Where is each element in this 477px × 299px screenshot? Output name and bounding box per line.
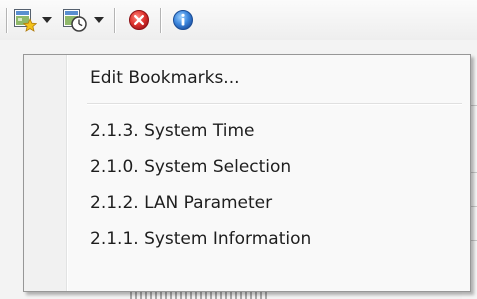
info-icon xyxy=(173,10,193,30)
history-dropdown-arrow[interactable] xyxy=(92,14,106,26)
info-button[interactable] xyxy=(171,7,195,33)
menu-item-label: 2.1.2. LAN Parameter xyxy=(90,193,273,213)
menu-separator xyxy=(87,103,462,104)
bookmark-star-icon xyxy=(14,9,37,32)
bookmarks-button[interactable] xyxy=(13,7,37,33)
menu-item-bookmark[interactable]: 2.1.1. System Information xyxy=(24,221,470,257)
background-obscured-text xyxy=(130,292,270,299)
menu-item-bookmark[interactable]: 2.1.3. System Time xyxy=(24,113,470,149)
stop-icon xyxy=(129,10,149,30)
menu-item-edit-bookmarks[interactable]: Edit Bookmarks... xyxy=(24,60,470,96)
menu-item-label: 2.1.3. System Time xyxy=(90,121,255,141)
toolbar-separator xyxy=(114,8,115,33)
menu-item-label: 2.1.0. System Selection xyxy=(90,157,292,177)
history-button[interactable] xyxy=(62,7,88,33)
stop-button[interactable] xyxy=(127,7,151,33)
bookmarks-dropdown-arrow[interactable] xyxy=(40,14,54,26)
toolbar-separator xyxy=(6,8,7,33)
history-clock-icon xyxy=(63,9,87,32)
menu-item-label: Edit Bookmarks... xyxy=(90,68,240,88)
chevron-down-icon xyxy=(94,17,104,23)
toolbar-separator xyxy=(160,8,161,33)
bookmarks-dropdown-menu: Edit Bookmarks... 2.1.3. System Time 2.1… xyxy=(23,54,471,292)
menu-item-label: 2.1.1. System Information xyxy=(90,229,312,249)
menu-item-bookmark[interactable]: 2.1.0. System Selection xyxy=(24,149,470,185)
toolbar xyxy=(0,0,477,40)
menu-item-bookmark[interactable]: 2.1.2. LAN Parameter xyxy=(24,185,470,221)
chevron-down-icon xyxy=(42,17,52,23)
